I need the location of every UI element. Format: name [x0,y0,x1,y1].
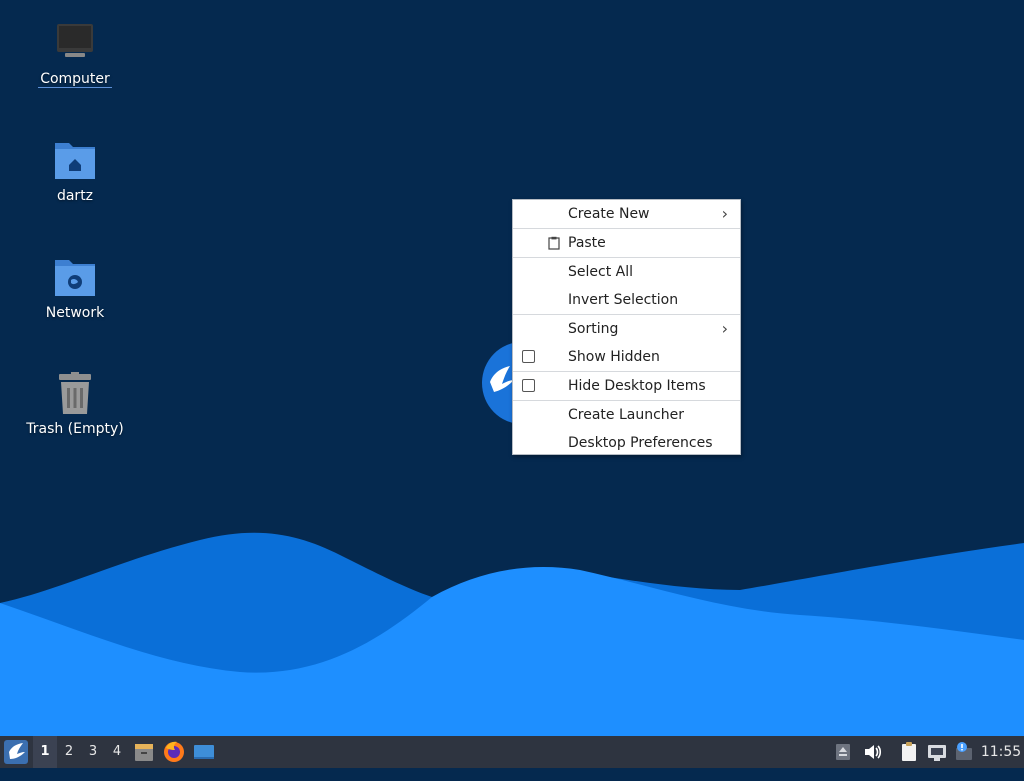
clock[interactable]: 11:55 [980,736,1022,768]
desktop-icon-label: Computer [38,71,112,88]
workspace-3[interactable]: 3 [81,736,105,768]
menu-item-label: Sorting [568,321,619,337]
menu-item-label: Hide Desktop Items [568,378,706,394]
menu-item-paste[interactable]: Paste [513,229,740,257]
chevron-right-icon: › [721,204,728,223]
volume-tray-button[interactable] [861,736,883,768]
computer-icon [51,20,99,68]
clipboard-icon [902,742,916,761]
start-menu-button[interactable] [3,736,29,768]
desktop-icon-computer[interactable]: Computer [20,20,130,88]
menu-item-select-all[interactable]: Select All [513,258,740,286]
workspace-4[interactable]: 4 [105,736,129,768]
file-manager-icon [135,744,153,761]
taskbar: 1 2 3 4 11:55 [0,736,1024,768]
workspace-2[interactable]: 2 [57,736,81,768]
show-desktop-launcher[interactable] [192,736,216,768]
desktop-context-menu: Create New › Paste Select All Invert Sel… [512,199,741,455]
workspace-1[interactable]: 1 [33,736,57,768]
menu-item-invert-selection[interactable]: Invert Selection [513,286,740,314]
menu-item-label: Invert Selection [568,292,679,308]
desktop[interactable]: Computer dartz Network Trash (Empty) Cre… [0,0,1024,736]
eject-tray-button[interactable] [833,736,853,768]
volume-icon [865,745,882,759]
menu-item-hide-desktop-items[interactable]: Hide Desktop Items [513,372,740,400]
menu-item-create-launcher[interactable]: Create Launcher [513,401,740,429]
menu-item-show-hidden[interactable]: Show Hidden [513,343,740,371]
chevron-right-icon: › [721,319,728,338]
paste-icon [548,236,560,250]
updates-icon [956,742,972,760]
desktop-icon-label: dartz [56,188,94,204]
trash-icon [51,370,99,418]
menu-item-label: Paste [568,235,606,251]
file-manager-launcher[interactable] [132,736,156,768]
clipboard-tray-button[interactable] [897,736,921,768]
network-folder-icon [51,254,99,302]
menu-item-desktop-preferences[interactable]: Desktop Preferences [513,429,740,457]
home-folder-icon [51,137,99,185]
menu-item-label: Create Launcher [568,407,685,423]
menu-item-label: Create New [568,206,650,222]
updates-tray-button[interactable] [953,736,975,768]
menu-item-label: Desktop Preferences [568,435,713,451]
desktop-icon-label: Network [45,305,105,321]
menu-item-create-new[interactable]: Create New › [513,200,740,228]
desktop-icon-label: Trash (Empty) [26,421,124,437]
menu-item-label: Select All [568,264,633,280]
firefox-launcher[interactable] [162,736,186,768]
hide-desktop-items-checkbox[interactable] [522,379,535,392]
firefox-icon [164,741,184,762]
desktop-icon [194,745,214,759]
desktop-icon-home-folder[interactable]: dartz [20,137,130,204]
network-tray-button[interactable] [925,736,949,768]
start-menu-icon [4,740,28,764]
menu-item-sorting[interactable]: Sorting › [513,315,740,343]
network-icon [928,745,946,761]
show-hidden-checkbox[interactable] [522,350,535,363]
desktop-icon-network[interactable]: Network [20,254,130,321]
menu-item-label: Show Hidden [568,349,660,365]
eject-icon [836,744,850,760]
desktop-icon-trash[interactable]: Trash (Empty) [20,370,130,437]
